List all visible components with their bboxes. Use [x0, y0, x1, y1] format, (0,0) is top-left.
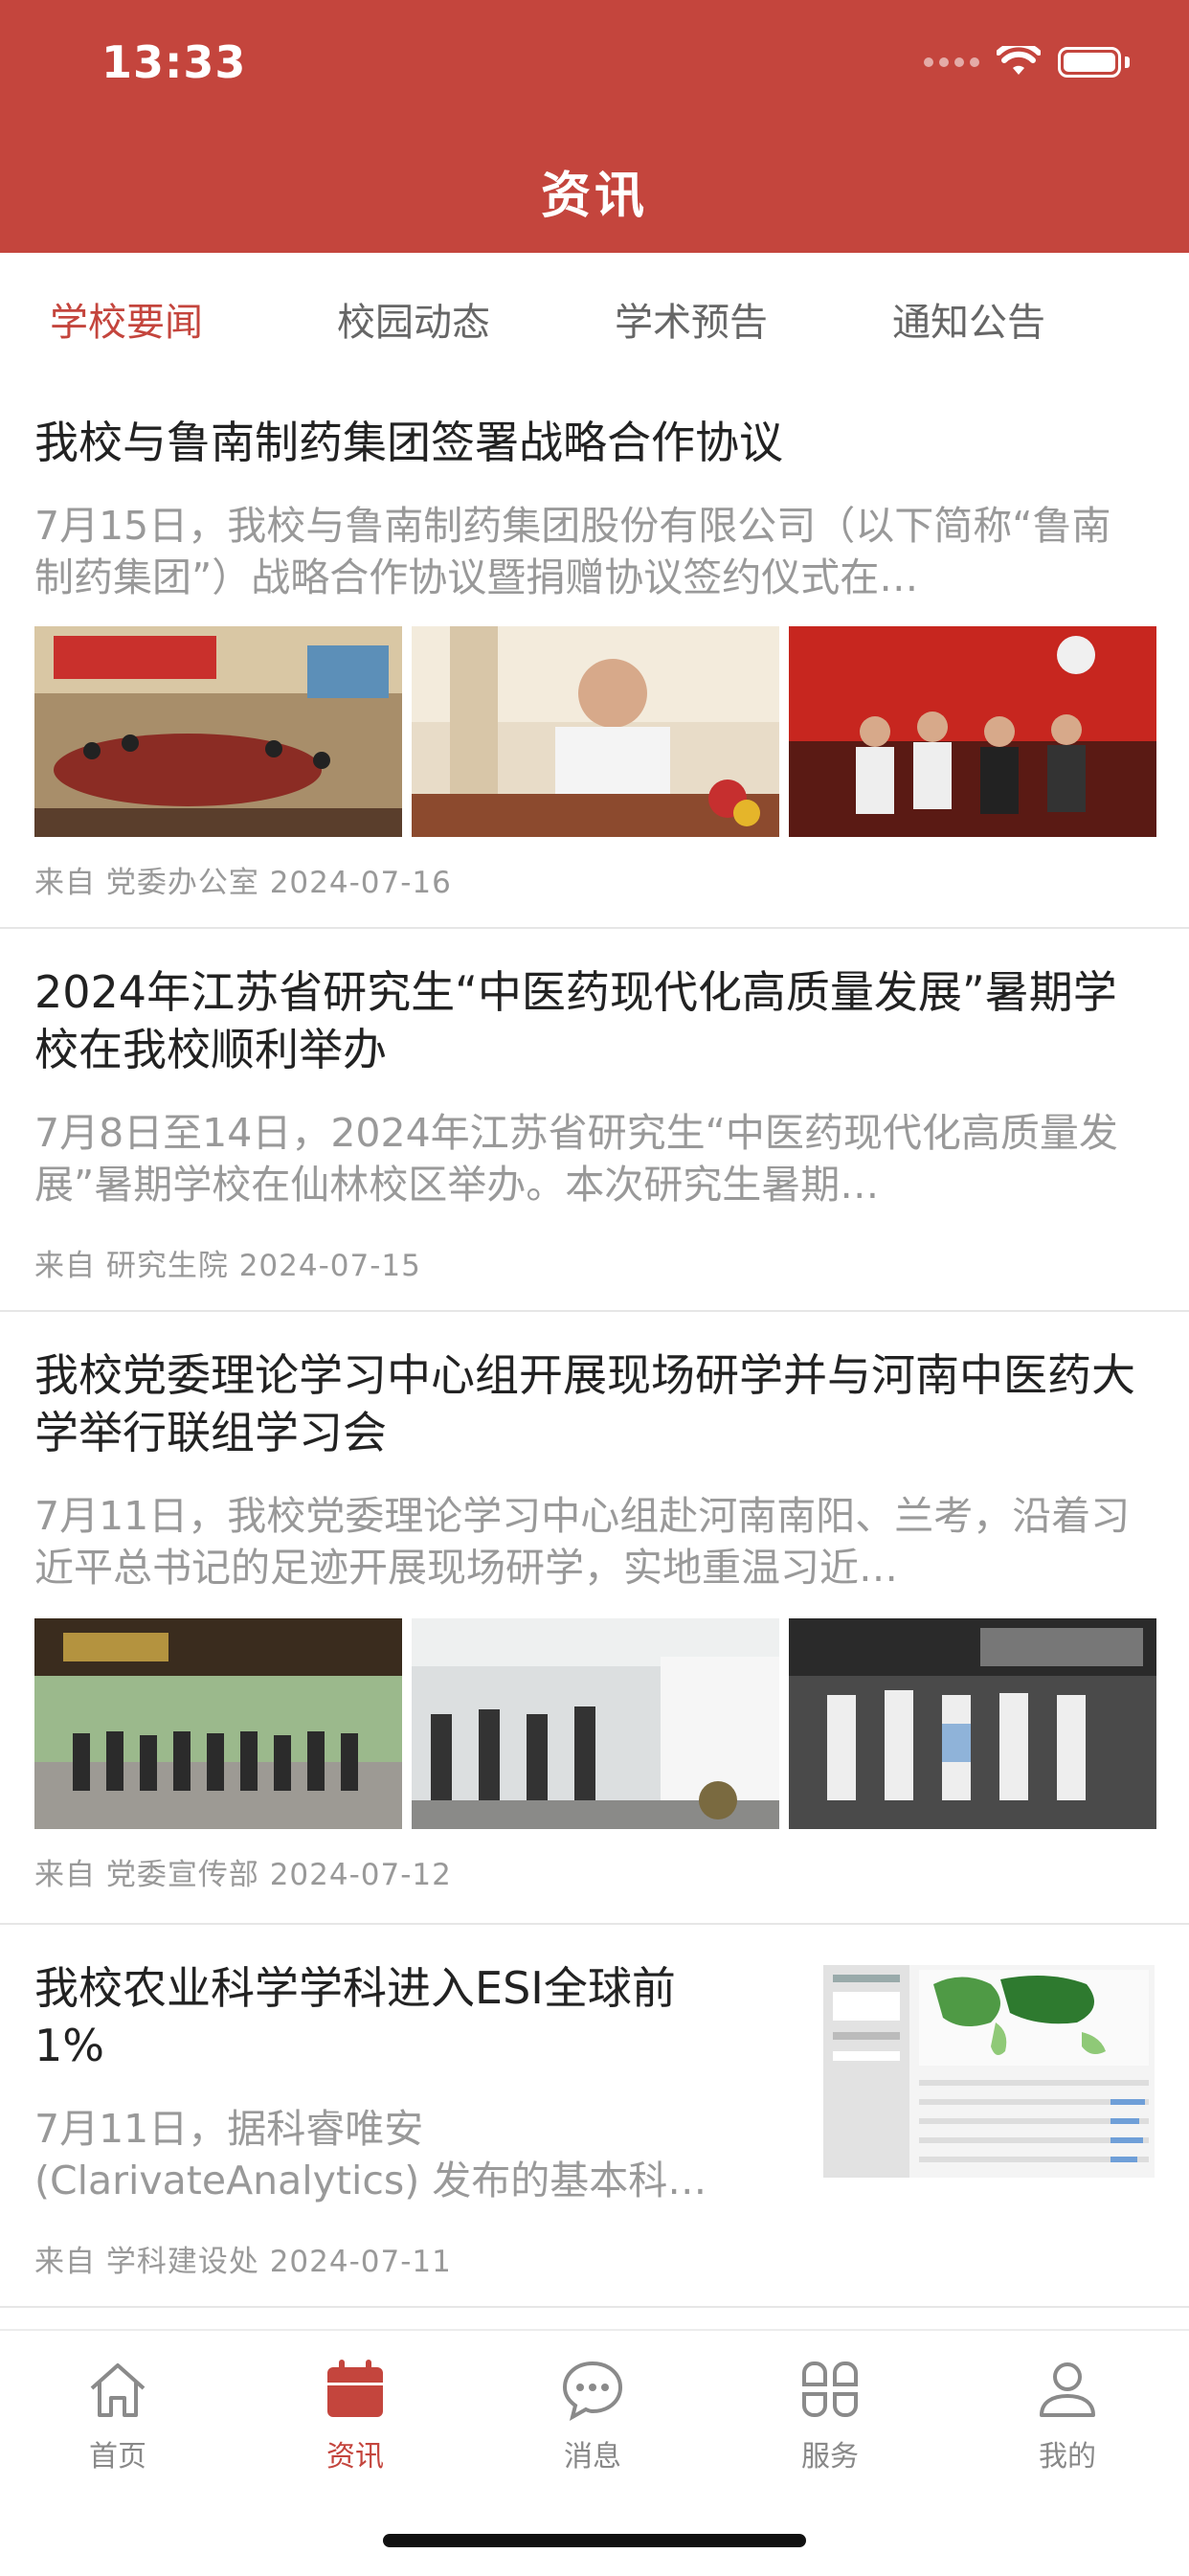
tabbar-label: 消息: [564, 2440, 621, 2474]
news-image: [34, 626, 402, 837]
news-meta: 来自 研究生院 2024-07-15: [34, 1249, 421, 1283]
news-meta: 来自 党委办公室 2024-07-16: [34, 866, 452, 900]
news-image: [789, 626, 1156, 837]
tabbar-label: 资讯: [326, 2440, 384, 2474]
battery-tip: [1125, 56, 1130, 68]
home-icon: [84, 2356, 151, 2423]
news-item[interactable]: 我校农业科学学科进入ESI全球前1% 7月11日，据科睿唯安(Clarivate…: [0, 1923, 1189, 2308]
tabbar-messages[interactable]: 消息: [521, 2356, 664, 2474]
app-header: 13:33 资讯: [0, 0, 1189, 253]
news-image: [412, 1618, 779, 1829]
news-title: 我校农业科学学科进入ESI全球前1%: [34, 1962, 676, 2071]
home-indicator[interactable]: [383, 2534, 806, 2547]
status-time: 13:33: [101, 36, 247, 88]
person-icon: [1034, 2356, 1101, 2423]
news-summary: 7月11日，据科睿唯安(ClarivateAnalytics) 发布的基本科…: [34, 2106, 707, 2203]
news-thumbnail: [823, 1965, 1155, 2178]
news-title: 我校党委理论学习中心组开展现场研学并与河南中医药大学举行联组学习会: [34, 1349, 1135, 1458]
page-title: 资讯: [540, 168, 648, 225]
battery-icon: [1058, 47, 1121, 78]
signal-icon: [924, 57, 979, 67]
news-meta: 来自 学科建设处 2024-07-11: [34, 2245, 452, 2279]
news-image: [34, 1618, 402, 1829]
news-image-row: [34, 626, 1156, 837]
tab-notices[interactable]: 通知公告: [892, 291, 1045, 347]
tabbar-label: 服务: [801, 2440, 859, 2474]
tabbar-label: 首页: [89, 2440, 146, 2474]
news-item[interactable]: 我校与鲁南制药集团签署战略合作协议 7月15日，我校与鲁南制药集团股份有限公司（…: [0, 377, 1189, 929]
news-meta: 来自 党委宣传部 2024-07-12: [34, 1858, 452, 1892]
news-title: 2024年江苏省研究生“中医药现代化高质量发展”暑期学校在我校顺利举办: [34, 966, 1117, 1075]
news-image: [412, 626, 779, 837]
category-tabs: 学校要闻 校园动态 学术预告 通知公告: [0, 253, 1189, 377]
wifi-icon: [997, 46, 1041, 75]
tabbar-label: 我的: [1039, 2440, 1096, 2474]
tab-school-news[interactable]: 学校要闻: [50, 291, 203, 347]
calendar-news-icon: [322, 2356, 389, 2423]
tab-academic-events[interactable]: 学术预告: [615, 291, 768, 347]
tabbar-profile[interactable]: 我的: [996, 2356, 1139, 2474]
news-item[interactable]: 我校党委理论学习中心组开展现场研学并与河南中医药大学举行联组学习会 7月11日，…: [0, 1310, 1189, 1925]
tab-campus-news[interactable]: 校园动态: [337, 291, 490, 347]
tabbar-home[interactable]: 首页: [46, 2356, 190, 2474]
tabbar-news[interactable]: 资讯: [283, 2356, 427, 2474]
tabbar-services[interactable]: 服务: [758, 2356, 902, 2474]
news-title: 我校与鲁南制药集团签署战略合作协议: [34, 417, 783, 468]
news-summary: 7月8日至14日，2024年江苏省研究生“中医药现代化高质量发展”暑期学校在仙林…: [34, 1110, 1118, 1208]
chat-bubble-icon: [559, 2356, 626, 2423]
status-indicators: [924, 46, 1130, 79]
news-summary: 7月15日，我校与鲁南制药集团股份有限公司（以下简称“鲁南制药集团”）战略合作协…: [34, 503, 1111, 600]
grid-flower-icon: [796, 2356, 864, 2423]
news-item[interactable]: 2024年江苏省研究生“中医药现代化高质量发展”暑期学校在我校顺利举办 7月8日…: [0, 927, 1189, 1312]
news-image: [789, 1618, 1156, 1829]
news-image-row: [34, 1618, 1156, 1829]
news-summary: 7月11日，我校党委理论学习中心组赴河南南阳、兰考，沿着习近平总书记的足迹开展现…: [34, 1493, 1131, 1591]
